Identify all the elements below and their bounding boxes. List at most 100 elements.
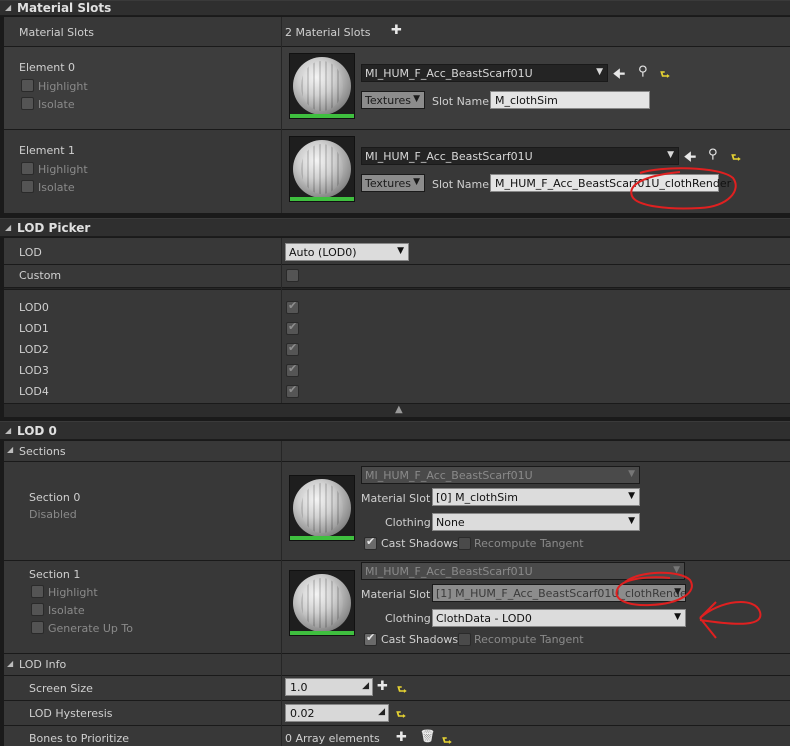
advanced-expander[interactable]: ▲ bbox=[4, 404, 790, 417]
element-0-textures-dropdown[interactable]: Textures ▼ bbox=[361, 91, 425, 109]
lod-hysteresis-label: LOD Hysteresis bbox=[29, 707, 113, 720]
lod-info-row[interactable]: ◢ LOD Info bbox=[4, 654, 790, 675]
spin-grip-icon[interactable]: ◢ bbox=[362, 681, 369, 691]
expand-up-triangle-icon[interactable]: ▲ bbox=[395, 404, 403, 415]
lod3-checkbox[interactable] bbox=[286, 362, 299, 377]
element-0-isolate-label: Isolate bbox=[38, 98, 75, 111]
material-slots-header[interactable]: ◢ Material Slots bbox=[0, 0, 790, 16]
browse-magnifier-icon[interactable]: ⚲ bbox=[638, 64, 648, 79]
section-1-clothing-dropdown[interactable]: ClothData - LOD0 ▼ bbox=[432, 609, 686, 627]
collapse-triangle-icon[interactable]: ◢ bbox=[5, 3, 11, 12]
material-element-0: Element 0 Highlight Isolate bbox=[4, 47, 790, 129]
bones-count: 0 Array elements bbox=[285, 732, 380, 745]
material-sphere-icon bbox=[293, 479, 351, 537]
lod4-label: LOD4 bbox=[19, 385, 49, 398]
section-0-status: Disabled bbox=[29, 508, 77, 521]
section-1-generate-up-to-checkbox[interactable] bbox=[31, 621, 44, 634]
section-1-highlight-label: Highlight bbox=[48, 586, 98, 599]
sections-label: Sections bbox=[19, 445, 66, 458]
column-divider[interactable] bbox=[281, 17, 282, 213]
element-0-label: Element 0 bbox=[19, 61, 76, 74]
chevron-down-icon: ▼ bbox=[628, 469, 635, 479]
element-1-textures-dropdown[interactable]: Textures ▼ bbox=[361, 174, 425, 192]
material-sphere-icon bbox=[293, 57, 351, 115]
lod-picker-title: LOD Picker bbox=[17, 221, 91, 235]
lod1-checkbox[interactable] bbox=[286, 320, 299, 335]
reset-arrow-icon[interactable]: ⮑ bbox=[731, 149, 741, 168]
reset-arrow-icon[interactable]: ⮑ bbox=[397, 681, 407, 700]
collapse-triangle-icon[interactable]: ◢ bbox=[5, 426, 11, 435]
element-0-material-thumbnail[interactable] bbox=[289, 53, 355, 119]
chevron-down-icon: ▼ bbox=[673, 565, 680, 575]
collapse-triangle-icon[interactable]: ◢ bbox=[7, 445, 13, 454]
section-0-recompute-tangent-checkbox bbox=[458, 537, 471, 550]
section-1-cast-shadows-checkbox[interactable] bbox=[364, 631, 377, 646]
element-1-material-thumbnail[interactable] bbox=[289, 136, 355, 202]
section-0-material-slot-dropdown[interactable]: [0] M_clothSim ▼ bbox=[432, 488, 640, 506]
section-1-generate-up-to-label: Generate Up To bbox=[48, 622, 133, 635]
section-1-material-dropdown: MI_HUM_F_Acc_BeastScarf01U ▼ bbox=[361, 562, 685, 580]
lod-list: LOD0 LOD1 LOD2 LOD3 LOD4 bbox=[4, 290, 790, 403]
collapse-triangle-icon[interactable]: ◢ bbox=[7, 659, 13, 668]
sections-row[interactable]: ◢ Sections bbox=[4, 441, 790, 461]
material-slots-label: Material Slots bbox=[19, 26, 94, 39]
use-selected-arrow-left-icon[interactable]: 🠈 bbox=[613, 65, 625, 87]
custom-checkbox[interactable] bbox=[286, 269, 299, 282]
section-0-cast-shadows-label: Cast Shadows bbox=[381, 537, 459, 550]
section-1-recompute-tangent-checkbox bbox=[458, 633, 471, 646]
section-0-clothing-dropdown[interactable]: None ▼ bbox=[432, 513, 640, 531]
lod2-label: LOD2 bbox=[19, 343, 49, 356]
element-1-highlight-checkbox[interactable] bbox=[21, 162, 34, 175]
use-selected-arrow-left-icon[interactable]: 🠈 bbox=[684, 148, 696, 170]
element-0-slot-name-label: Slot Name bbox=[432, 95, 490, 108]
section-1-material-thumbnail[interactable] bbox=[289, 570, 355, 636]
reset-arrow-icon[interactable]: ⮑ bbox=[396, 706, 406, 725]
lod1-label: LOD1 bbox=[19, 322, 49, 335]
element-0-slot-name-field[interactable]: M_clothSim bbox=[490, 91, 650, 109]
element-1-highlight-label: Highlight bbox=[38, 163, 88, 176]
element-1-slot-name-field[interactable]: M_HUM_F_Acc_BeastScarf01U_clothRender bbox=[490, 174, 731, 192]
column-divider[interactable] bbox=[281, 441, 282, 746]
add-plus-icon[interactable]: ✚ bbox=[377, 679, 388, 694]
section-0-cast-shadows-checkbox[interactable] bbox=[364, 535, 377, 550]
lod0-title: LOD 0 bbox=[17, 424, 57, 438]
lod-label: LOD bbox=[19, 246, 42, 259]
collapse-triangle-icon[interactable]: ◢ bbox=[5, 223, 11, 232]
lod0-checkbox[interactable] bbox=[286, 299, 299, 314]
lod-hysteresis-field[interactable]: 0.02 ◢ bbox=[285, 704, 389, 722]
section-0-material-thumbnail[interactable] bbox=[289, 475, 355, 541]
section-1-material-slot-dropdown[interactable]: [1] M_HUM_F_Acc_BeastScarf01U_clothRende… bbox=[432, 584, 686, 602]
section-0-material-dropdown: MI_HUM_F_Acc_BeastScarf01U ▼ bbox=[361, 466, 640, 484]
trash-icon[interactable]: 🗑 bbox=[420, 729, 435, 743]
chevron-down-icon: ▼ bbox=[413, 177, 420, 187]
browse-magnifier-icon[interactable]: ⚲ bbox=[708, 147, 718, 162]
reset-arrow-icon[interactable]: ⮑ bbox=[442, 732, 452, 746]
element-1-material-dropdown[interactable]: MI_HUM_F_Acc_BeastScarf01U ▼ bbox=[361, 147, 679, 165]
lod4-checkbox[interactable] bbox=[286, 383, 299, 398]
section-1-isolate-checkbox[interactable] bbox=[31, 603, 44, 616]
reset-arrow-icon[interactable]: ⮑ bbox=[660, 66, 670, 85]
lod-dropdown[interactable]: Auto (LOD0) ▼ bbox=[285, 243, 409, 261]
element-0-material-dropdown[interactable]: MI_HUM_F_Acc_BeastScarf01U ▼ bbox=[361, 64, 608, 82]
lod-picker-header[interactable]: ◢ LOD Picker bbox=[0, 218, 790, 237]
section-0-clothing-label: Clothing bbox=[385, 516, 431, 529]
element-1-isolate-checkbox[interactable] bbox=[21, 180, 34, 193]
add-slot-plus-icon[interactable]: ✚ bbox=[391, 23, 402, 38]
element-0-highlight-checkbox[interactable] bbox=[21, 79, 34, 92]
lod-info-label: LOD Info bbox=[19, 658, 67, 671]
chevron-down-icon: ▼ bbox=[674, 587, 681, 597]
section-1-isolate-label: Isolate bbox=[48, 604, 85, 617]
column-divider[interactable] bbox=[281, 238, 282, 403]
element-0-isolate-checkbox[interactable] bbox=[21, 97, 34, 110]
lod3-label: LOD3 bbox=[19, 364, 49, 377]
material-slots-count: 2 Material Slots bbox=[285, 26, 371, 39]
add-array-plus-icon[interactable]: ✚ bbox=[396, 730, 407, 745]
element-1-label: Element 1 bbox=[19, 144, 76, 157]
chevron-down-icon: ▼ bbox=[628, 516, 635, 526]
screen-size-field[interactable]: 1.0 ◢ bbox=[285, 678, 373, 696]
lod2-checkbox[interactable] bbox=[286, 341, 299, 356]
section-1-highlight-checkbox[interactable] bbox=[31, 585, 44, 598]
spin-grip-icon[interactable]: ◢ bbox=[378, 707, 385, 717]
section-0-label: Section 0 bbox=[29, 491, 81, 504]
lod0-header[interactable]: ◢ LOD 0 bbox=[0, 421, 790, 440]
